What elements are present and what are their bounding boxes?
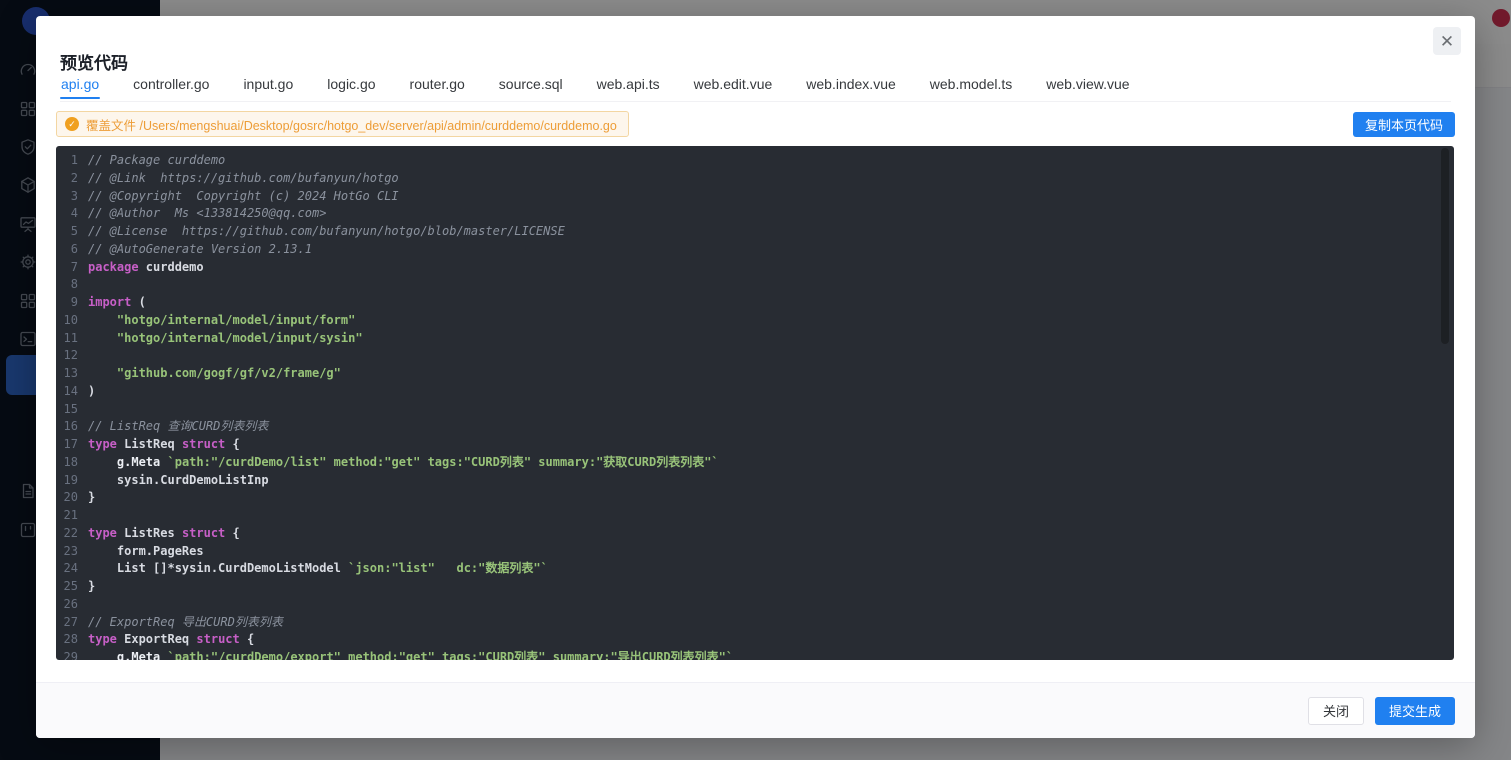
code-line: 1// Package curddemo [56,152,1454,170]
code-line: 19 sysin.CurdDemoListInp [56,472,1454,490]
screen: 预览代码 ✕ api.go controller.go input.go logic.… [0,0,1511,760]
code-line: 24 List []*sysin.CurdDemoListModel `json… [56,560,1454,578]
code-line: 23 form.PageRes [56,543,1454,561]
tab-controller.go[interactable]: controller.go [132,72,210,101]
code-line: 17type ListReq struct { [56,436,1454,454]
tab-web.view.vue[interactable]: web.view.vue [1045,72,1130,101]
code-line: 14) [56,383,1454,401]
close-button[interactable]: 关闭 [1308,697,1364,725]
code-line: 21 [56,507,1454,525]
tab-web.model.ts[interactable]: web.model.ts [929,72,1013,101]
code-line: 3// @Copyright Copyright (c) 2024 HotGo … [56,188,1454,206]
code-line: 7package curddemo [56,259,1454,277]
code-line: 28type ExportReq struct { [56,631,1454,649]
overwrite-notice-text: 覆盖文件 /Users/mengshuai/Desktop/gosrc/hotg… [86,115,617,134]
code-line: 2// @Link https://github.com/bufanyun/ho… [56,170,1454,188]
code-line: 27// ExportReq 导出CURD列表列表 [56,614,1454,632]
code-line: 29 g.Meta `path:"/curdDemo/export" metho… [56,649,1454,660]
tab-router.go[interactable]: router.go [409,72,466,101]
code-line: 16// ListReq 查询CURD列表列表 [56,418,1454,436]
code-line: 12 [56,347,1454,365]
modal-title: 预览代码 [60,49,128,74]
tab-web.index.vue[interactable]: web.index.vue [805,72,897,101]
code-line: 18 g.Meta `path:"/curdDemo/list" method:… [56,454,1454,472]
code-line: 22type ListRes struct { [56,525,1454,543]
check-circle-icon: ✓ [65,117,79,131]
code-line: 6// @AutoGenerate Version 2.13.1 [56,241,1454,259]
tab-api.go[interactable]: api.go [60,72,100,101]
tab-web.edit.vue[interactable]: web.edit.vue [693,72,774,101]
overwrite-notice: ✓ 覆盖文件 /Users/mengshuai/Desktop/gosrc/ho… [56,111,629,137]
tab-web.api.ts[interactable]: web.api.ts [596,72,661,101]
code-line: 8 [56,276,1454,294]
code-editor[interactable]: 1// Package curddemo2// @Link https://gi… [56,146,1454,660]
code-line: 26 [56,596,1454,614]
tab-logic.go[interactable]: logic.go [326,72,376,101]
scrollbar-thumb[interactable] [1441,148,1449,344]
code-line: 20} [56,489,1454,507]
code-line: 10 "hotgo/internal/model/input/form" [56,312,1454,330]
code-line: 4// @Author Ms <133814250@qq.com> [56,205,1454,223]
copy-code-button[interactable]: 复制本页代码 [1353,112,1455,137]
overwrite-path: /Users/mengshuai/Desktop/gosrc/hotgo_dev… [139,119,616,133]
submit-generate-button[interactable]: 提交生成 [1375,697,1455,725]
code-line: 15 [56,401,1454,419]
code-line: 13 "github.com/gogf/gf/v2/frame/g" [56,365,1454,383]
code-line: 25} [56,578,1454,596]
file-tabs: api.go controller.go input.go logic.go route… [60,72,1451,102]
code-line: 5// @License https://github.com/bufanyun… [56,223,1454,241]
close-icon[interactable]: ✕ [1433,27,1461,55]
tab-source.sql[interactable]: source.sql [498,72,564,101]
code-line: 11 "hotgo/internal/model/input/sysin" [56,330,1454,348]
preview-code-modal: 预览代码 ✕ api.go controller.go input.go logic.… [36,16,1475,738]
modal-footer: 关闭 提交生成 [36,682,1475,738]
code-line: 9import ( [56,294,1454,312]
code-lines: 1// Package curddemo2// @Link https://gi… [56,146,1454,660]
overwrite-label: 覆盖文件 [86,119,139,133]
tab-input.go[interactable]: input.go [242,72,294,101]
